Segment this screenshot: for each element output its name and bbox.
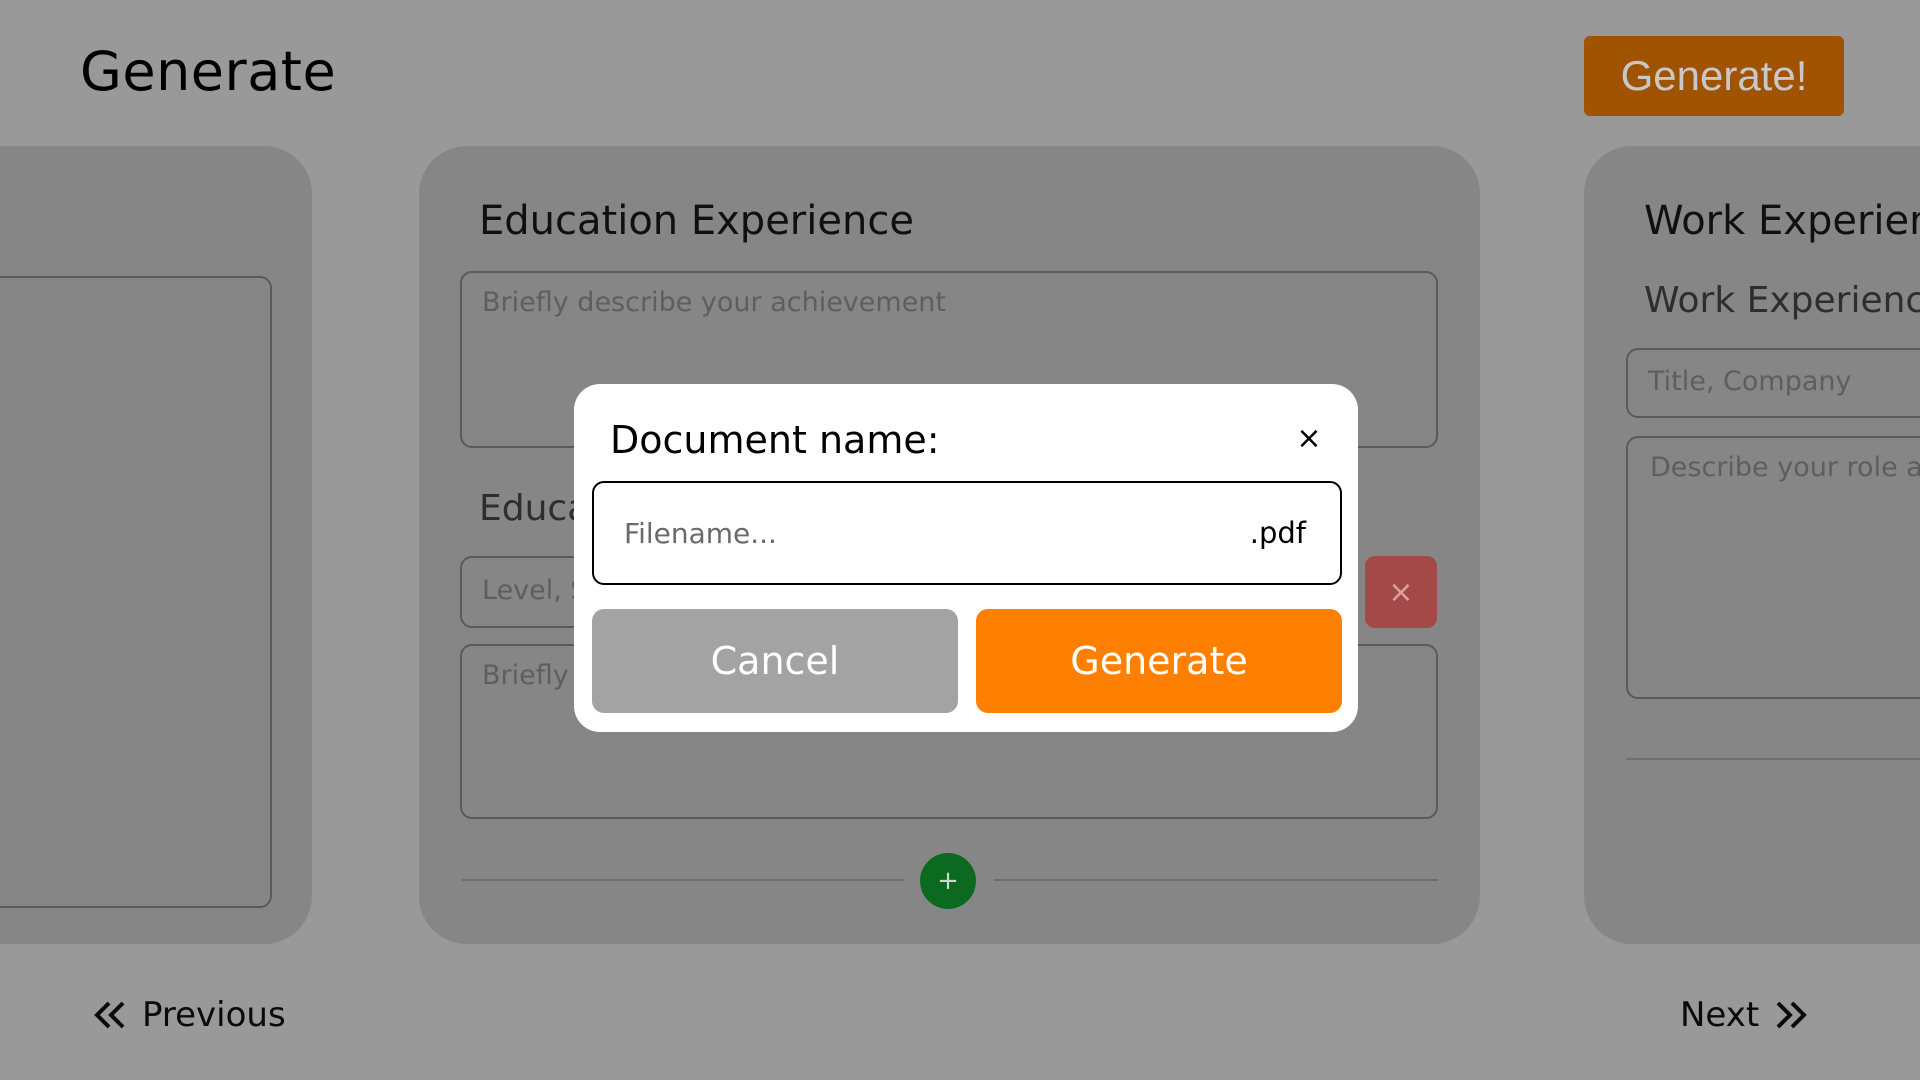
education-title: Education Experience (479, 198, 914, 244)
previous-section-textarea[interactable] (0, 276, 272, 908)
close-icon[interactable]: × (1289, 418, 1329, 458)
next-label: Next (1680, 995, 1760, 1035)
card-previous-section (0, 146, 312, 944)
modal-title: Document name: (610, 418, 940, 462)
document-name-modal: Document name: × .pdf Cancel Generate (574, 384, 1358, 732)
previous-button[interactable]: Previous (92, 995, 286, 1035)
work-description-textarea[interactable]: Describe your role ar (1626, 436, 1920, 699)
filename-field[interactable]: .pdf (592, 481, 1342, 585)
work-description-placeholder: Describe your role ar (1650, 452, 1920, 483)
achievement-placeholder: Briefly describe your achievement (482, 287, 947, 318)
title-company-input[interactable]: Title, Company (1626, 348, 1920, 418)
pdf-extension-label: .pdf (1249, 516, 1306, 550)
double-chevron-right-icon (1776, 1001, 1808, 1029)
remove-entry-button[interactable]: × (1365, 556, 1437, 628)
education-entry-title: Educa (479, 488, 590, 529)
filename-input[interactable] (622, 515, 1250, 551)
work-divider (1626, 758, 1920, 760)
entry-description-placeholder: Briefly (482, 660, 569, 691)
next-button[interactable]: Next (1680, 995, 1809, 1035)
divider-right (994, 879, 1438, 881)
work-title: Work Experien (1644, 198, 1920, 244)
double-chevron-left-icon (94, 1001, 125, 1029)
cancel-button[interactable]: Cancel (592, 609, 958, 713)
divider-left (462, 879, 904, 881)
generate-top-button[interactable]: Generate! (1584, 36, 1844, 116)
title-company-placeholder: Title, Company (1648, 366, 1852, 397)
add-entry-button[interactable]: + (920, 853, 976, 909)
level-school-placeholder: Level, S (482, 575, 588, 606)
page-title: Generate (80, 40, 337, 103)
work-subtitle: Work Experienc (1644, 280, 1920, 321)
generate-button[interactable]: Generate (976, 609, 1342, 713)
previous-label: Previous (142, 995, 286, 1035)
